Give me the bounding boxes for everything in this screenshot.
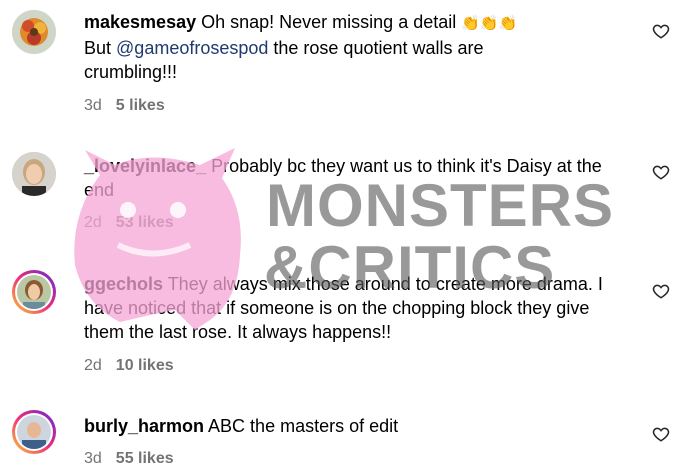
comment-username[interactable]: _lovelyinlace_ [84, 156, 206, 176]
likes-count[interactable]: 55 likes [116, 450, 174, 467]
comment-meta: 3d 5 likes [84, 97, 165, 115]
avatar[interactable] [12, 270, 56, 314]
comment-time: 3d [84, 97, 102, 114]
comment-time: 3d [84, 450, 102, 467]
avatar[interactable] [12, 10, 56, 54]
avatar[interactable] [12, 152, 56, 196]
mention-link[interactable]: @gameofrosespod [116, 38, 268, 58]
clap-emoji-icon: 👏👏👏 [461, 15, 518, 32]
heart-icon[interactable] [652, 163, 670, 181]
likes-count[interactable]: 5 likes [116, 97, 165, 114]
comment-text: ggechols They always mix those around to… [84, 274, 603, 342]
comment-meta: 2d 53 likes [84, 214, 174, 232]
comment-meta: 2d 10 likes [84, 357, 174, 375]
comment-text: _lovelyinlace_ Probably bc they want us … [84, 156, 602, 200]
comment-meta: 3d 55 likes [84, 450, 174, 468]
comment-username[interactable]: burly_harmon [84, 416, 204, 436]
comment-username[interactable]: makesmesay [84, 12, 196, 32]
comment-time: 2d [84, 214, 102, 231]
heart-icon[interactable] [652, 425, 670, 443]
comment-username[interactable]: ggechols [84, 274, 163, 294]
comment-text: burly_harmon ABC the masters of edit [84, 416, 399, 436]
comment-text: makesmesay Oh snap! Never missing a deta… [84, 12, 518, 82]
heart-icon[interactable] [652, 282, 670, 300]
heart-icon[interactable] [652, 22, 670, 40]
likes-count[interactable]: 53 likes [116, 214, 174, 231]
comment-time: 2d [84, 357, 102, 374]
avatar[interactable] [12, 410, 56, 454]
likes-count[interactable]: 10 likes [116, 357, 174, 374]
